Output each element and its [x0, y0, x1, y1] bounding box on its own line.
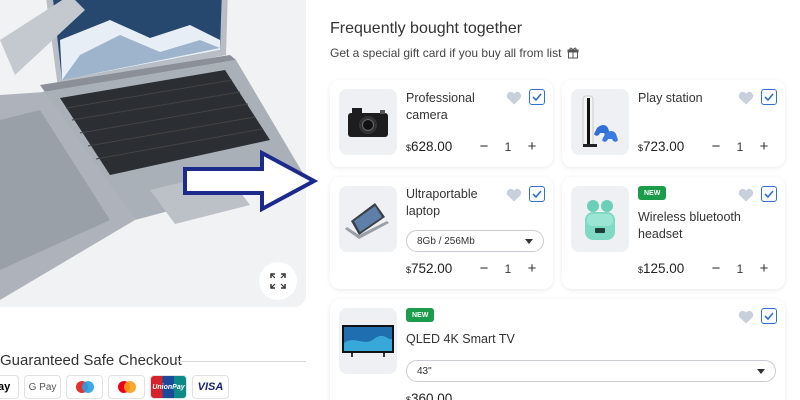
check-icon [532, 93, 542, 101]
expand-icon [270, 273, 286, 289]
quantity-stepper: − 1 + [473, 138, 543, 155]
maestro-icon [66, 375, 103, 399]
increase-button[interactable]: + [753, 138, 775, 155]
check-icon [764, 312, 774, 320]
decrease-button[interactable]: − [705, 260, 727, 277]
decrease-button[interactable]: − [473, 138, 495, 155]
product-name: Professional camera [406, 91, 475, 122]
increase-button[interactable]: + [521, 138, 543, 155]
product-price: $628.00 [406, 139, 453, 154]
apple-pay-icon: Pay [0, 375, 19, 399]
select-checkbox[interactable] [761, 186, 777, 202]
wishlist-heart-icon[interactable] [506, 188, 522, 202]
decrease-button[interactable]: − [705, 138, 727, 155]
quantity-stepper: − 1 + [705, 260, 775, 277]
increase-button[interactable]: + [521, 260, 543, 277]
quantity-stepper: − 1 + [705, 138, 775, 155]
safe-checkout-title: Guaranteed Safe Checkout [0, 352, 182, 369]
new-badge: NEW [406, 308, 435, 322]
select-checkbox[interactable] [761, 89, 777, 105]
product-price: $360.00 [406, 391, 453, 400]
quantity-stepper: − 1 + [473, 260, 543, 277]
chevron-down-icon [757, 368, 765, 374]
wishlist-heart-icon[interactable] [738, 310, 754, 324]
chevron-down-icon [525, 238, 533, 244]
gift-icon [567, 47, 579, 59]
google-pay-icon: G Pay [24, 375, 61, 399]
product-name: Play station [638, 91, 703, 105]
check-icon [764, 190, 774, 198]
payment-methods: Pay G Pay UnionPay VISA [0, 375, 229, 399]
product-card-headset: NEW Wireless bluetooth headset $125.00 −… [562, 177, 785, 289]
increase-button[interactable]: + [753, 260, 775, 277]
product-name: QLED 4K Smart TV [406, 332, 515, 346]
check-icon [764, 93, 774, 101]
wishlist-heart-icon[interactable] [506, 91, 522, 105]
earbuds-image [571, 186, 629, 252]
product-name: Ultraportable laptop [406, 187, 478, 218]
select-checkbox[interactable] [529, 89, 545, 105]
visa-icon: VISA [192, 375, 229, 399]
section-subtitle: Get a special gift card if you buy all f… [330, 46, 579, 60]
annotation-arrow [183, 150, 318, 212]
product-card-laptop: Ultraportable laptop 8Gb / 256Mb $752.00… [330, 177, 553, 289]
product-card-camera: Professional camera $628.00 − 1 + [330, 80, 553, 167]
laptop-image [339, 186, 397, 252]
select-checkbox[interactable] [529, 186, 545, 202]
variant-select[interactable]: 8Gb / 256Mb [406, 230, 544, 252]
new-badge: NEW [638, 186, 667, 200]
product-price: $723.00 [638, 139, 685, 154]
playstation-image [571, 89, 629, 155]
quantity-value[interactable]: 1 [727, 262, 753, 276]
product-card-playstation: Play station $723.00 − 1 + [562, 80, 785, 167]
product-name: Wireless bluetooth headset [638, 210, 741, 241]
product-price: $125.00 [638, 261, 685, 276]
quantity-value[interactable]: 1 [727, 140, 753, 154]
check-icon [532, 190, 542, 198]
mastercard-icon [108, 375, 145, 399]
quantity-value[interactable]: 1 [495, 262, 521, 276]
expand-image-button[interactable] [259, 262, 297, 300]
wishlist-heart-icon[interactable] [738, 91, 754, 105]
divider [176, 361, 306, 362]
select-checkbox[interactable] [761, 308, 777, 324]
product-price: $752.00 [406, 261, 453, 276]
variant-select[interactable]: 43" [406, 360, 776, 382]
unionpay-icon: UnionPay [150, 375, 187, 399]
section-title: Frequently bought together [330, 20, 523, 37]
decrease-button[interactable]: − [473, 260, 495, 277]
camera-image [339, 89, 397, 155]
quantity-value[interactable]: 1 [495, 140, 521, 154]
tv-image [339, 308, 397, 374]
product-card-tv: NEW QLED 4K Smart TV 43" $360.00 [330, 299, 785, 400]
wishlist-heart-icon[interactable] [738, 188, 754, 202]
